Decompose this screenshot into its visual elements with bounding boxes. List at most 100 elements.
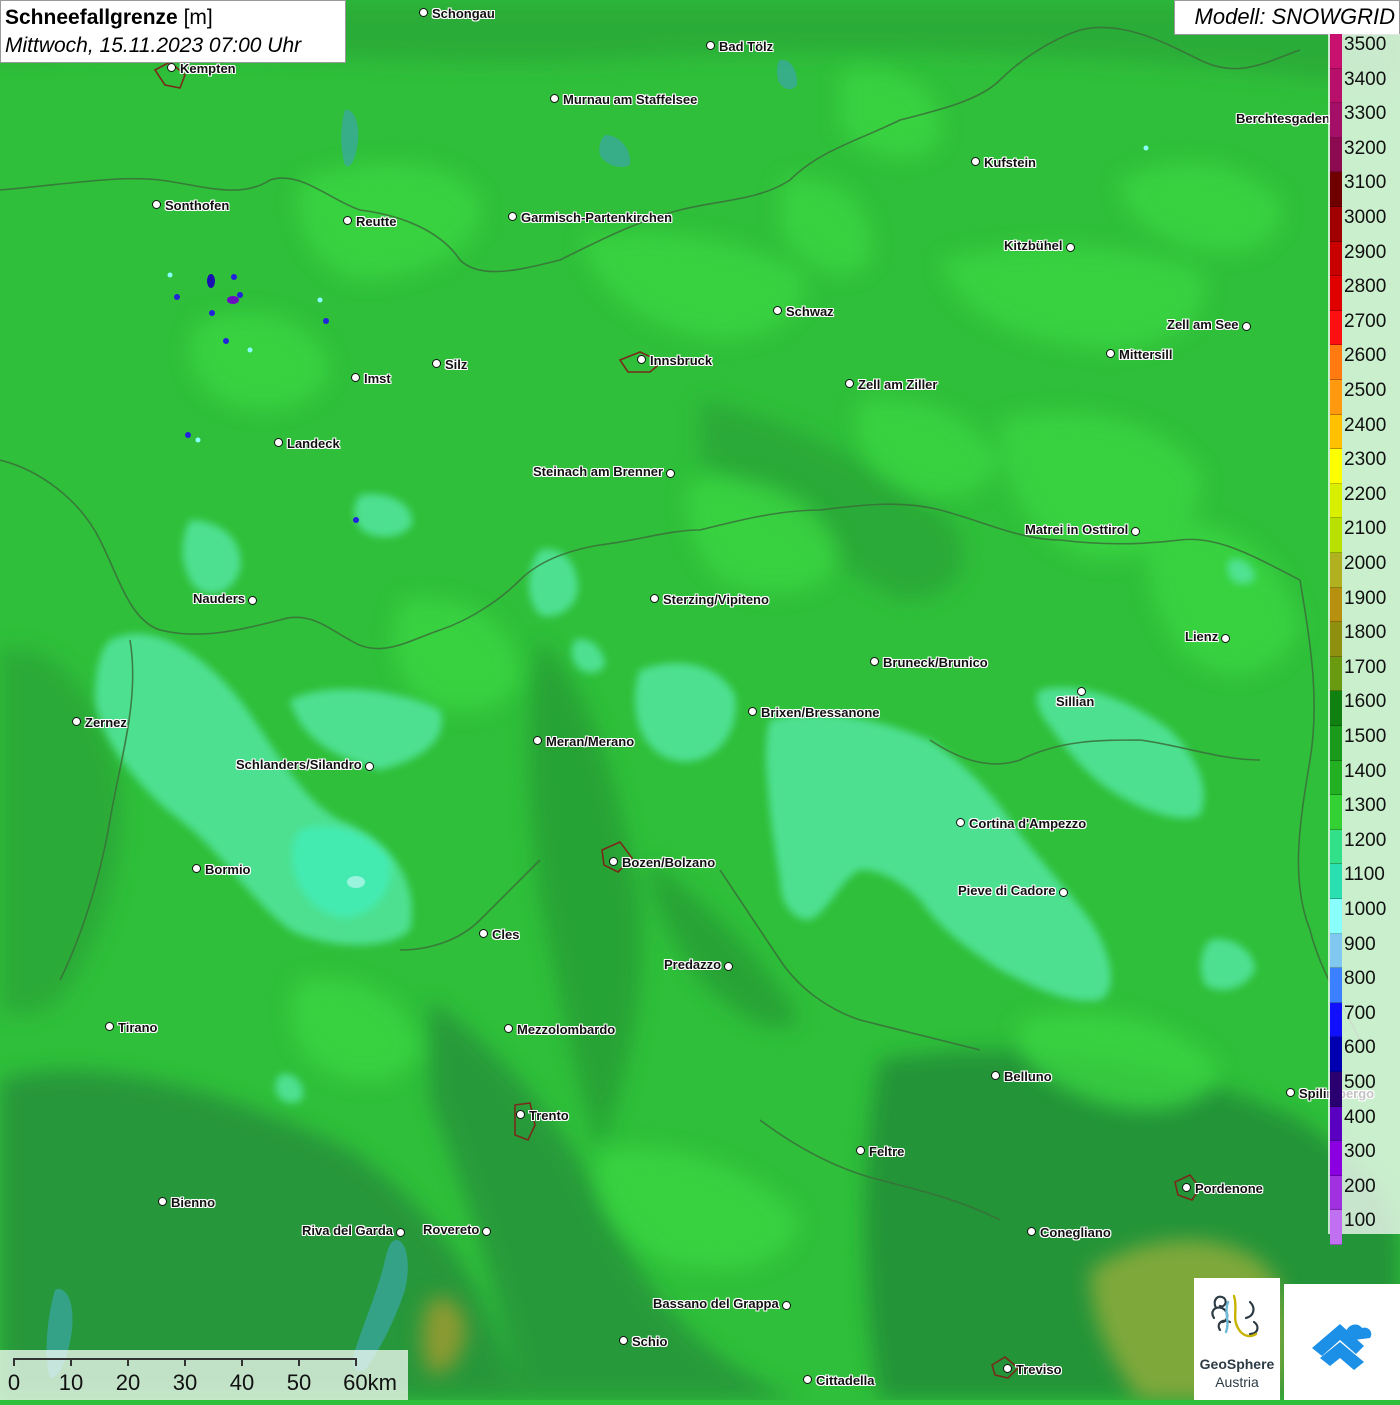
legend-swatch — [1330, 622, 1342, 657]
scale-tick — [127, 1358, 129, 1366]
city-marker — [419, 8, 428, 17]
city-marker — [550, 94, 559, 103]
city-label: Mezzolombardo — [517, 1022, 616, 1037]
cloud-mountain-icon — [1312, 1324, 1372, 1370]
city-marker — [637, 355, 646, 364]
city-marker — [1131, 527, 1140, 536]
city-marker — [782, 1301, 791, 1310]
geosphere-austria-logo[interactable]: GeoSphere Austria — [1194, 1278, 1280, 1400]
legend-label: 700 — [1344, 1002, 1376, 1024]
legend-swatch — [1330, 1037, 1342, 1072]
city-label: Belluno — [1004, 1069, 1052, 1084]
city-marker — [748, 707, 757, 716]
scale-label: 0 — [7, 1370, 21, 1395]
city-label: Bozen/Bolzano — [622, 855, 716, 870]
city-label: Mittersill — [1119, 347, 1173, 362]
city-label: Schio — [632, 1334, 668, 1349]
city-label: Schongau — [432, 6, 495, 21]
legend-swatch — [1330, 276, 1342, 311]
legend-label: 1300 — [1344, 795, 1387, 817]
city-label: Riva del Garda — [302, 1223, 394, 1238]
city-marker — [609, 857, 618, 866]
legend-swatch — [1330, 1106, 1342, 1142]
city-label: Bienno — [171, 1195, 216, 1210]
scale-tick — [355, 1358, 357, 1366]
legend-swatch — [1330, 137, 1342, 173]
city-label: Treviso — [1016, 1362, 1062, 1377]
legend-swatch — [1330, 34, 1342, 69]
legend-label: 800 — [1344, 968, 1376, 990]
legend-swatch — [1330, 207, 1342, 242]
scale-tick — [70, 1358, 72, 1366]
city-marker — [845, 379, 854, 388]
city-label: Pieve di Cadore — [958, 883, 1056, 898]
city-label: Imst — [364, 371, 391, 386]
city-marker — [274, 438, 283, 447]
geosphere-name: GeoSphere — [1199, 1356, 1275, 1372]
city-label: Silz — [445, 357, 468, 372]
city-label: Innsbruck — [650, 353, 713, 368]
city-label: Bruneck/Brunico — [883, 655, 988, 670]
city-marker — [508, 212, 517, 221]
legend-label: 3400 — [1344, 68, 1387, 90]
legend-swatch — [1330, 760, 1342, 796]
scale-label: 50 — [286, 1370, 312, 1395]
city-marker — [432, 359, 441, 368]
city-label: Berchtesgaden — [1236, 111, 1330, 126]
legend-swatch — [1330, 1002, 1342, 1038]
legend-swatch — [1330, 103, 1342, 138]
city-label: Kufstein — [984, 155, 1036, 170]
city-label: Feltre — [869, 1144, 905, 1159]
model-label: Modell: SNOWGRID — [1174, 0, 1400, 35]
city-marker — [158, 1197, 167, 1206]
map-title: Schneefallgrenze [m] — [5, 4, 341, 32]
city-label: Sonthofen — [165, 198, 230, 213]
city-label: Predazzo — [664, 957, 722, 972]
city-label: Cittadella — [816, 1373, 875, 1388]
city-label: Schwaz — [786, 304, 834, 319]
legend-label: 1700 — [1344, 656, 1387, 678]
legend-label: 3000 — [1344, 207, 1387, 228]
color-legend: 3500 3400 3300 3200 3100 3000 2900 2800 2700 2600… — [1328, 34, 1400, 1245]
legend-label: 2400 — [1344, 414, 1387, 436]
scale-bar: 0 10 20 30 40 50 60km — [0, 1350, 408, 1400]
city-marker — [1059, 888, 1068, 897]
legend-label: 100 — [1344, 1210, 1376, 1232]
legend-swatch — [1330, 1210, 1342, 1245]
legend-label: 2700 — [1344, 310, 1387, 332]
legend-swatch — [1330, 68, 1342, 104]
scale-tick — [184, 1358, 186, 1366]
city-marker — [351, 373, 360, 382]
legend-swatch — [1330, 380, 1342, 415]
city-label: Murnau am Staffelsee — [563, 92, 698, 107]
city-label: Bassano del Grappa — [653, 1296, 779, 1311]
scale-label: 60km — [343, 1370, 397, 1395]
city-label: Reutte — [356, 214, 397, 229]
legend-label: 3500 — [1344, 34, 1387, 55]
geosphere-emblem-icon — [1211, 1294, 1259, 1338]
app-logo[interactable] — [1284, 1284, 1400, 1400]
legend-swatch — [1330, 172, 1342, 207]
scale-label: 40 — [229, 1370, 255, 1395]
city-marker — [482, 1227, 491, 1236]
city-label: Zernez — [85, 715, 127, 730]
snowfall-limit-map[interactable]: Schongau Bad Tölz Kempten Murnau am Staffel… — [0, 0, 1400, 1400]
city-marker — [650, 594, 659, 603]
legend-label: 1600 — [1344, 691, 1387, 713]
legend-label: 3100 — [1344, 172, 1387, 194]
scale-tick — [298, 1358, 300, 1366]
legend-label: 1000 — [1344, 899, 1387, 920]
legend-swatch — [1330, 795, 1342, 830]
city-marker — [72, 717, 81, 726]
city-label: Nauders — [193, 591, 246, 606]
legend-label: 1200 — [1344, 829, 1387, 851]
city-marker — [991, 1071, 1000, 1080]
legend-label: 2100 — [1344, 518, 1387, 540]
city-label: Landeck — [287, 436, 340, 451]
city-marker — [619, 1336, 628, 1345]
city-label: Matrei in Osttirol — [1025, 522, 1129, 537]
city-marker — [1066, 243, 1075, 252]
legend-label: 2000 — [1344, 553, 1387, 574]
legend-label: 1400 — [1344, 760, 1387, 782]
legend-swatch — [1330, 691, 1342, 726]
